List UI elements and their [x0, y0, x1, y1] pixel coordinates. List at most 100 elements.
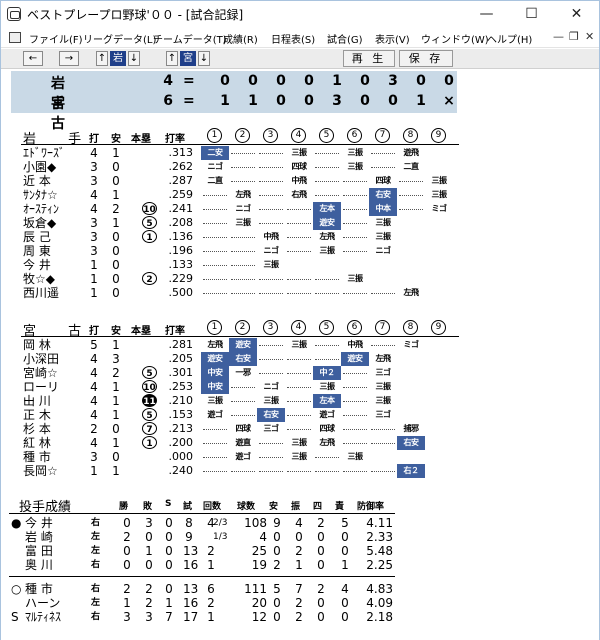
pitcher-l: 0: [145, 558, 153, 572]
pitcher-g: 8: [185, 516, 193, 530]
batter-row[interactable]: 種 市 3 0 .000 遊ゴ 三振 三振: [1, 450, 599, 464]
mdi-minimize-button[interactable]: —: [553, 30, 564, 43]
pitcher-name: ハーン: [25, 596, 61, 610]
pitcher-l: 3: [145, 516, 153, 530]
batting-average: .133: [168, 258, 194, 271]
linescore-inning: 0: [220, 73, 230, 89]
save-button[interactable]: 保 存: [399, 50, 453, 67]
batter-row[interactable]: ローリー 4 1 10.253 中安 ニゴ 三振 三振: [1, 380, 599, 408]
prev-game-button[interactable]: ←: [23, 51, 43, 66]
pitcher-l: 0: [145, 530, 153, 544]
team2-prev-button[interactable]: ↑: [166, 51, 178, 66]
batter-row[interactable]: 小深田 4 3.205 遊安 右安 遊安 左飛: [1, 352, 599, 366]
at-bat-result: 中安: [201, 380, 229, 394]
pitcher-name: ﾏﾙﾃｨﾈｽ: [25, 610, 62, 624]
batter-row[interactable]: 小園◆ 3 0 .262 ニゴ 四球 三振 二直: [1, 160, 599, 174]
menu-team-data[interactable]: チームデータ(T): [153, 31, 227, 46]
pitcher-row[interactable]: ○ 種 市右 2 2 0 13 6 111 5 7 2 4 4.83: [1, 582, 599, 596]
team1-button[interactable]: 岩: [110, 51, 126, 66]
batting-average: .240: [168, 464, 194, 477]
batter-row[interactable]: 西川遥 1 0 .500 左飛: [1, 286, 599, 300]
batter-name: 今 井: [23, 258, 51, 272]
batter-row[interactable]: 長岡☆ 1 1 .240 右２: [1, 464, 599, 478]
inning-header-1: 1: [207, 128, 222, 143]
at-bat-result: 遊ゴ: [207, 410, 224, 419]
dotted-leader: [343, 237, 367, 238]
pitcher-row[interactable]: 岩 崎左 2 0 0 9 4 0 0 0 0 1/3 2.33: [1, 530, 599, 544]
linescore-total: 4: [163, 73, 173, 89]
menu-records[interactable]: 成績(R): [223, 31, 258, 46]
batter-name: 小園◆: [23, 160, 57, 174]
menu-window[interactable]: ウィンドウ(W): [421, 31, 489, 46]
dotted-leader: [259, 293, 283, 294]
hits: 1: [112, 464, 120, 478]
at-bat-result: 三振: [431, 176, 448, 185]
batter-row[interactable]: 辰 己 3 0 1 .136 中飛 左飛 三振: [1, 230, 599, 244]
column-header-avg: 打率: [165, 326, 185, 337]
app-icon[interactable]: [7, 7, 21, 21]
pitcher-w: 0: [123, 544, 131, 558]
minimize-button[interactable]: —: [464, 1, 509, 28]
mdi-close-button[interactable]: ✕: [585, 30, 594, 43]
pitcher-row[interactable]: ● 今 井右 0 3 0 8 4 108 9 4 2 5 2/3 4.11: [1, 516, 599, 530]
at-bat-result: 中飛: [291, 176, 308, 185]
maximize-button[interactable]: ☐: [509, 1, 554, 28]
batter-row[interactable]: 紅 林 4 1 1.200 遊直 三振 左飛 右安: [1, 436, 599, 450]
mdi-restore-button[interactable]: ❐: [569, 30, 579, 43]
menu-league-data[interactable]: リーグデータ(L): [83, 31, 156, 46]
pitcher-np: 108: [244, 516, 267, 530]
batter-row[interactable]: 正 木 4 1 5 .153 遊ゴ 右安 遊ゴ 三ゴ: [1, 408, 599, 422]
menu-file[interactable]: ファイル(F): [29, 31, 83, 46]
menu-help[interactable]: ヘルプ(H): [487, 31, 532, 46]
batter-row[interactable]: 宮崎☆ 4 2 5 .301 中安 一邪 中２ 三ゴ: [1, 366, 599, 380]
at-bat-result: 三振: [375, 218, 392, 227]
batter-row[interactable]: 杉 本 2 0 7 .213 四球 三ゴ 四球 捕邪: [1, 422, 599, 436]
pitching-rule: [9, 513, 395, 514]
pitcher-h: 0: [273, 544, 281, 558]
menu-schedule[interactable]: 日程表(S): [271, 31, 315, 46]
team2-button[interactable]: 宮: [180, 51, 196, 66]
pitcher-row[interactable]: S ﾏﾙﾃｨﾈｽ右 3 3 7 17 1 12 0 2 0 0 2.18: [1, 610, 599, 624]
document-system-icon[interactable]: [9, 32, 21, 43]
batter-row[interactable]: 近 本 3 0 .287 二直 中飛 四球 三振: [1, 174, 599, 188]
pitcher-bb: 0: [317, 544, 325, 558]
pitcher-name: 岩 崎: [25, 530, 53, 544]
batting-header: 岩 手打安本塁 打率 1 2 3 4 5 6 7 8 9: [1, 127, 599, 147]
column-header-avg: 打率: [165, 134, 185, 145]
batter-row[interactable]: 牧☆◆ 1 0 2 .229 三振: [1, 272, 599, 286]
pitcher-w: 3: [123, 610, 131, 624]
pitcher-s: 0: [165, 582, 173, 596]
pitcher-hand: 左: [91, 532, 101, 542]
home-run-badge: 10: [142, 202, 157, 215]
team1-prev-button[interactable]: ↑: [96, 51, 108, 66]
batter-row[interactable]: ｴﾄﾞﾜｰｽﾞ 4 1 .313 二安 三振 三振 遊飛: [1, 146, 599, 160]
batter-row[interactable]: 今 井 1 0 .133 三振: [1, 258, 599, 272]
batter-row[interactable]: 岡 林 5 1 .281 左飛 遊安 三振 中飛 ミゴ: [1, 338, 599, 352]
replay-button[interactable]: 再 生: [343, 50, 395, 67]
team2-next-button[interactable]: ↓: [198, 51, 210, 66]
dotted-leader: [231, 387, 255, 388]
pitcher-row[interactable]: 奥 川右 0 0 0 16 1 19 2 1 0 1 2.25: [1, 558, 599, 572]
close-button[interactable]: ✕: [554, 1, 599, 28]
team1-next-button[interactable]: ↓: [128, 51, 140, 66]
dotted-leader: [343, 209, 367, 210]
pitcher-l: 3: [145, 610, 153, 624]
hits: 3: [112, 352, 120, 366]
pitcher-er: 0: [341, 596, 349, 610]
hits: 1: [112, 146, 120, 160]
dotted-leader: [203, 265, 227, 266]
pitcher-row[interactable]: 富 田左 0 1 0 13 2 25 0 2 0 0 5.48: [1, 544, 599, 558]
batter-row[interactable]: ｵｰｽﾃｨﾝ 4 2 10 .241 ニゴ 左本 中本 ミゴ: [1, 202, 599, 216]
batter-row[interactable]: ｻﾝﾀﾅ☆ 4 1 .259 左飛 右飛 右安 三振: [1, 188, 599, 202]
pitcher-row[interactable]: ハーン左 1 2 1 16 2 20 0 2 0 0 4.09: [1, 596, 599, 610]
menu-game[interactable]: 試合(G): [327, 31, 363, 46]
next-game-button[interactable]: →: [59, 51, 79, 66]
linescore: 岩 手 4 = 0 0 0 0 1 0 3 0 0 宮 古 6 = 1 1 0 …: [11, 71, 457, 132]
batter-row[interactable]: 坂倉◆ 3 1 5 .208 三振 遊安 三振: [1, 216, 599, 230]
batter-row[interactable]: 周 東 3 0 .196 ニゴ 三振 ニゴ: [1, 244, 599, 258]
menu-view[interactable]: 表示(V): [375, 31, 410, 46]
innings-fraction: 1/3: [213, 532, 228, 542]
pitching-column-header: 安: [269, 502, 279, 512]
column-header-bat: 打: [89, 326, 99, 337]
batter-row[interactable]: 山 川 4 1 11.210 三振 三振 左本 三振: [1, 394, 599, 408]
